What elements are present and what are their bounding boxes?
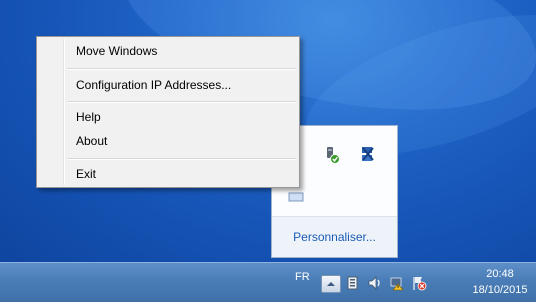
menu-separator: [67, 101, 296, 103]
customize-area: Personnaliser...: [272, 216, 397, 257]
chevron-up-icon: [327, 282, 335, 286]
action-center-icon[interactable]: [344, 274, 362, 292]
network-icon[interactable]: [356, 142, 380, 166]
language-indicator[interactable]: FR: [295, 271, 310, 283]
clock-date: 18/10/2015: [472, 284, 528, 296]
menu-item-label: Exit: [76, 167, 97, 181]
show-hidden-icons-button[interactable]: [321, 275, 341, 293]
speaker-icon[interactable]: [366, 274, 384, 292]
context-menu: Move Windows Configuration IP Addresses.…: [36, 36, 300, 188]
menu-separator: [67, 158, 296, 160]
network-tray-icon[interactable]: [388, 274, 406, 292]
menu-item-about[interactable]: About: [39, 130, 297, 152]
menu-item-exit[interactable]: Exit: [39, 163, 297, 185]
menu-separator: [67, 68, 296, 70]
menu-item-label: About: [76, 134, 108, 148]
customize-link[interactable]: Personnaliser...: [293, 230, 376, 244]
taskbar: FR 20:48 18/10/2015: [0, 262, 536, 302]
clock-time: 20:48: [486, 268, 514, 280]
flag-error-icon[interactable]: [410, 274, 428, 292]
menu-item-label: Move Windows: [76, 44, 158, 58]
menu-item-help[interactable]: Help: [39, 106, 297, 128]
menu-item-label: Configuration IP Addresses...: [76, 78, 232, 92]
clock[interactable]: 20:48 18/10/2015: [466, 266, 534, 298]
menu-item-configuration-ip-addresses[interactable]: Configuration IP Addresses...: [39, 74, 297, 96]
menu-item-label: Help: [76, 110, 101, 124]
usb-device-icon[interactable]: [320, 143, 344, 167]
menu-item-move-windows[interactable]: Move Windows: [39, 40, 297, 62]
